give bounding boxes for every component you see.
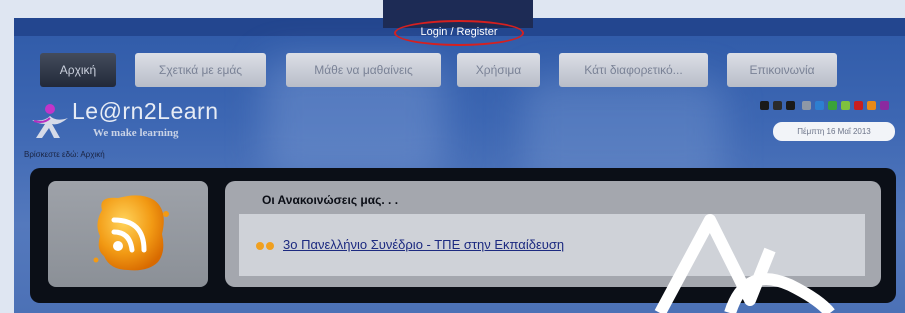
style-swatch[interactable]	[854, 101, 863, 110]
style-swatch[interactable]	[786, 101, 795, 110]
style-swatch[interactable]	[773, 101, 782, 110]
date-display: Πέμπτη 16 Μαΐ 2013	[773, 122, 895, 141]
logo-figure-icon	[32, 104, 68, 138]
style-swatch[interactable]	[760, 101, 769, 110]
style-swatch[interactable]	[841, 101, 850, 110]
site-logo-text[interactable]: Le@rn2Learn	[72, 98, 219, 125]
site-tagline: We make learning	[93, 127, 179, 139]
announcement-link[interactable]: 3ο Πανελλήνιο Συνέδριο - ΤΠΕ στην Εκπαίδ…	[283, 237, 564, 252]
tab-learn[interactable]: Μάθε να μαθαίνεις	[286, 53, 441, 87]
tab-about[interactable]: Σχετικά με εμάς	[135, 53, 266, 87]
tab-home[interactable]: Αρχική	[40, 53, 116, 87]
announcements-heading: Οι Ανακοινώσεις μας. . .	[262, 193, 399, 207]
style-swatch[interactable]	[802, 101, 811, 110]
tab-different[interactable]: Κάτι διαφορετικό...	[559, 53, 708, 87]
tab-useful[interactable]: Χρήσιμα	[457, 53, 540, 87]
breadcrumb: Βρίσκεστε εδώ: Αρχική	[24, 150, 105, 159]
style-swatch[interactable]	[828, 101, 837, 110]
style-swatch[interactable]	[815, 101, 824, 110]
tab-contact[interactable]: Επικοινωνία	[727, 53, 837, 87]
style-swatch[interactable]	[880, 101, 889, 110]
rss-icon[interactable]	[88, 190, 174, 276]
watermark-icon	[654, 214, 835, 313]
login-register-link[interactable]: Login / Register	[383, 21, 535, 43]
screenshot-frame: Login / Register Αρχική Σχετικά με εμάς …	[0, 0, 905, 313]
style-swatch[interactable]	[867, 101, 876, 110]
bullet-icon	[256, 242, 274, 250]
